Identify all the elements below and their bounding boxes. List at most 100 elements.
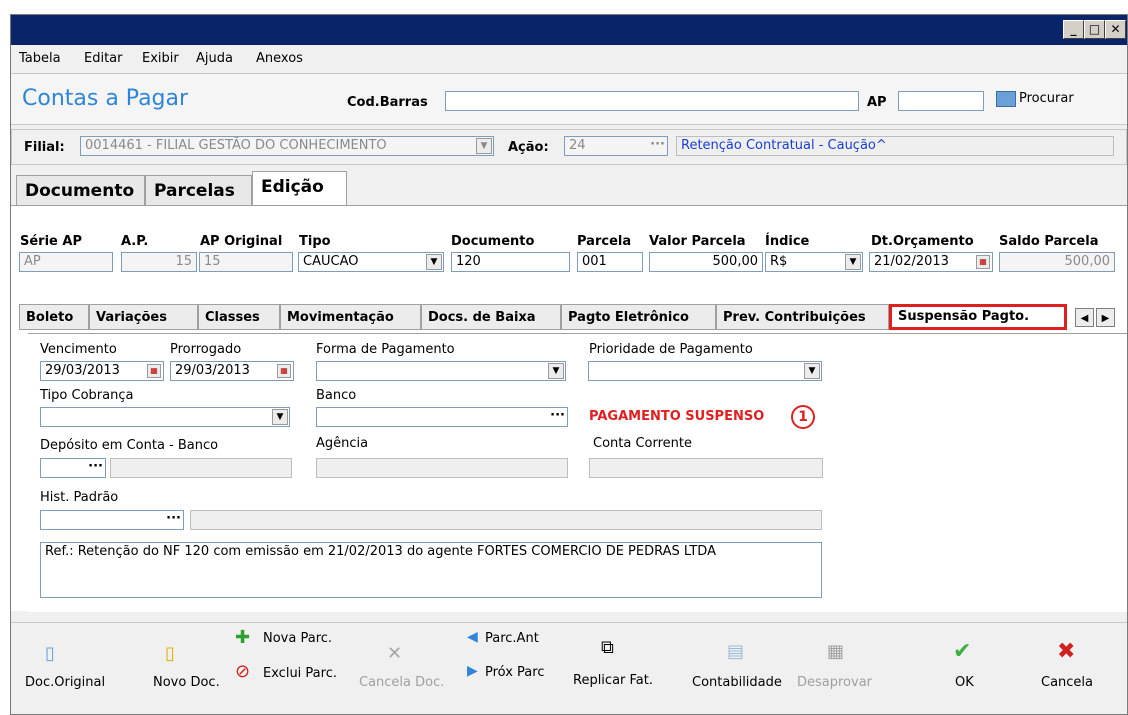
bottom-toolbar: ▯ Doc.Original ▯ Novo Doc. ✚ Nova Parc. … [11, 622, 1127, 714]
menu-anexos[interactable]: Anexos [256, 51, 303, 66]
tab-variacoes[interactable]: Variações [89, 304, 198, 330]
parc-ant-button[interactable]: Parc.Ant [485, 631, 539, 646]
header: Contas a Pagar Cod.Barras AP Procurar [11, 74, 1127, 125]
search-icon[interactable] [996, 91, 1016, 107]
tab-movimentacao[interactable]: Movimentação [280, 304, 421, 330]
ellipsis-icon[interactable]: ··· [550, 408, 565, 423]
maximize-icon[interactable]: □ [1084, 20, 1105, 39]
ellipsis-icon[interactable]: ··· [88, 459, 103, 474]
menu-editar[interactable]: Editar [84, 51, 123, 66]
ap-field[interactable]: 15 [121, 252, 197, 272]
serie-ap-field[interactable]: AP [19, 252, 113, 272]
exclui-parc-button[interactable]: Exclui Parc. [263, 666, 337, 681]
search-button[interactable]: Procurar [1019, 91, 1074, 106]
close-icon[interactable]: ✕ [1105, 20, 1126, 39]
menu-exibir[interactable]: Exibir [142, 51, 179, 66]
tipo-value: CAUCAO [303, 254, 359, 269]
doc-original-button[interactable]: Doc.Original [25, 675, 105, 690]
accounting-icon: ▤ [727, 641, 745, 662]
calendar-icon[interactable]: ▦ [147, 364, 161, 378]
tab-pagto-eletronico[interactable]: Pagto Eletrônico [561, 304, 716, 330]
cancela-button[interactable]: Cancela [1041, 675, 1093, 690]
acao-description: Retenção Contratual - Caução^ [676, 136, 1114, 156]
contabilidade-button[interactable]: Contabilidade [692, 675, 782, 690]
novo-doc-button[interactable]: Novo Doc. [153, 675, 220, 690]
hist-padrao-description [190, 510, 822, 530]
filial-label: Filial: [24, 140, 65, 155]
col-dt-orcamento: Dt.Orçamento [871, 234, 974, 249]
cancela-doc-button[interactable]: Cancela Doc. [359, 675, 444, 690]
chevron-down-icon[interactable]: ▼ [845, 254, 861, 270]
menu-bar: Tabela Editar Exibir Ajuda Anexos [11, 45, 1127, 74]
vencimento-value: 29/03/2013 [45, 363, 120, 378]
chevron-down-icon[interactable]: ▼ [804, 363, 820, 379]
saldo-parcela-field[interactable]: 500,00 [999, 252, 1115, 272]
documento-field[interactable]: 120 [451, 252, 570, 272]
prorrogado-field[interactable]: 29/03/2013 ▦ [170, 361, 294, 381]
chevron-down-icon[interactable]: ▼ [426, 254, 442, 270]
col-parcela: Parcela [577, 234, 632, 249]
ok-button[interactable]: OK [955, 675, 974, 690]
dt-orcamento-field[interactable]: 21/02/2013 ▦ [869, 252, 993, 272]
scroll-left-icon[interactable]: ◀ [1075, 308, 1094, 327]
tab-classes[interactable]: Classes [198, 304, 280, 330]
vencimento-label: Vencimento [40, 342, 117, 357]
agencia-field [316, 458, 568, 478]
chevron-down-icon[interactable]: ▼ [548, 363, 564, 379]
arrow-right-icon: ▶ [467, 663, 478, 679]
tipo-select[interactable]: CAUCAO ▼ [298, 252, 444, 272]
acao-value: 24 [569, 138, 586, 153]
acao-label: Ação: [508, 140, 549, 155]
tab-documento[interactable]: Documento [16, 175, 145, 205]
ap-original-field[interactable]: 15 [199, 252, 293, 272]
agencia-label: Agência [316, 436, 369, 451]
col-valor-parcela: Valor Parcela [649, 234, 746, 249]
nova-parc-button[interactable]: Nova Parc. [263, 631, 332, 646]
deposito-conta-label: Depósito em Conta - Banco [40, 438, 219, 453]
prioridade-pagamento-select[interactable]: ▼ [588, 361, 822, 381]
replicar-fat-button[interactable]: Replicar Fat. [573, 673, 653, 688]
tab-edicao[interactable]: Edição [252, 171, 347, 206]
cancel-icon: ✖ [1057, 639, 1076, 664]
calendar-icon[interactable]: ▦ [277, 364, 291, 378]
ap-input[interactable] [898, 91, 984, 111]
vencimento-field[interactable]: 29/03/2013 ▦ [40, 361, 164, 381]
prioridade-pagamento-label: Prioridade de Pagamento [589, 342, 753, 357]
col-saldo-parcela: Saldo Parcela [999, 234, 1099, 249]
parcela-field[interactable]: 001 [577, 252, 643, 272]
filial-select[interactable]: 0014461 - FILIAL GESTÃO DO CONHECIMENTO … [80, 136, 494, 156]
hist-padrao-input[interactable]: ··· [40, 510, 184, 530]
scroll-right-icon[interactable]: ▶ [1096, 308, 1115, 327]
menu-ajuda[interactable]: Ajuda [196, 51, 233, 66]
forma-pagamento-select[interactable]: ▼ [316, 361, 566, 381]
banco-input[interactable]: ··· [316, 407, 568, 427]
minimize-icon[interactable]: _ [1063, 20, 1084, 39]
indice-select[interactable]: R$ ▼ [765, 252, 863, 272]
tab-docs-baixa[interactable]: Docs. de Baixa [421, 304, 561, 330]
ap-label: AP [867, 95, 887, 110]
tipo-cobranca-select[interactable]: ▼ [40, 407, 290, 427]
dt-orcamento-value: 21/02/2013 [874, 254, 949, 269]
annotation-badge-1: 1 [791, 405, 815, 429]
plus-icon: ✚ [235, 627, 251, 648]
filial-value: 0014461 - FILIAL GESTÃO DO CONHECIMENTO [85, 138, 387, 153]
valor-parcela-field[interactable]: 500,00 [649, 252, 763, 272]
tab-boleto[interactable]: Boleto [19, 304, 89, 330]
acao-input[interactable]: 24 ··· [564, 136, 668, 156]
menu-tabela[interactable]: Tabela [19, 51, 61, 66]
chevron-down-icon[interactable]: ▼ [272, 409, 288, 425]
tab-suspensao-pagto[interactable]: Suspensão Pagto. [889, 304, 1067, 330]
col-serie-ap: Série AP [20, 234, 82, 249]
tab-parcelas[interactable]: Parcelas [145, 175, 252, 205]
ellipsis-icon[interactable]: ··· [650, 137, 665, 152]
observacao-textarea[interactable]: Ref.: Retenção do NF 120 com emissão em … [40, 542, 822, 598]
ellipsis-icon[interactable]: ··· [166, 511, 181, 526]
tab-prev-contribuicoes[interactable]: Prev. Contribuições [716, 304, 889, 330]
chevron-down-icon[interactable]: ▼ [476, 138, 492, 154]
prox-parc-button[interactable]: Próx Parc [485, 665, 544, 680]
barcode-input[interactable] [445, 91, 859, 111]
calendar-icon[interactable]: ▦ [976, 255, 990, 269]
desaprovar-button[interactable]: Desaprovar [797, 675, 872, 690]
prorrogado-value: 29/03/2013 [175, 363, 250, 378]
deposito-banco-input[interactable]: ··· [40, 458, 106, 478]
